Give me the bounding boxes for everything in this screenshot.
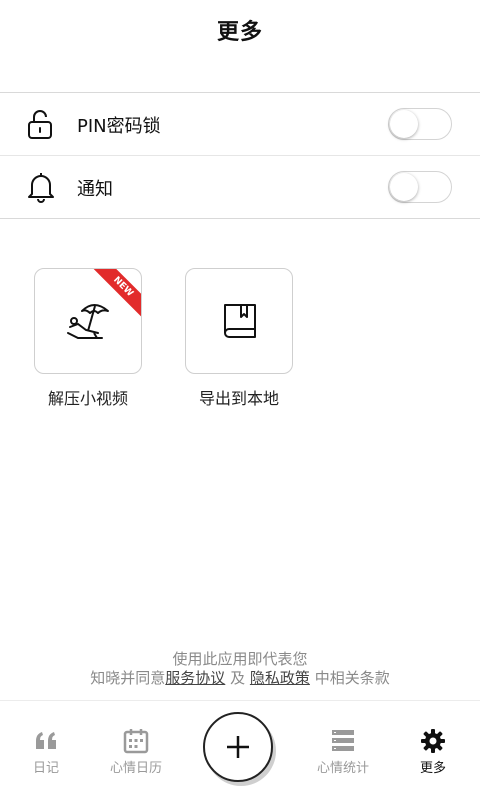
terms-of-service-link[interactable]: 服务协议	[165, 669, 225, 687]
settings-row-notification[interactable]: 通知	[0, 156, 480, 219]
add-entry-button[interactable]	[203, 712, 273, 782]
notification-toggle[interactable]	[388, 171, 452, 203]
pin-lock-label: PIN密码锁	[77, 116, 161, 137]
quote-icon	[36, 732, 56, 749]
relax-video-label: 解压小视频	[47, 389, 128, 408]
legal-suffix: 中相关条款	[314, 669, 390, 687]
legal-prefix: 知晓并同意	[90, 669, 166, 687]
privacy-policy-link[interactable]: 隐私政策	[250, 669, 310, 687]
gear-icon	[421, 729, 445, 753]
tab-diary[interactable]: 日记	[6, 701, 86, 801]
tab-more-label: 更多	[419, 761, 446, 776]
tab-mood-stats[interactable]: 心情统计	[303, 701, 383, 801]
export-local-card[interactable]	[185, 268, 293, 374]
bell-icon	[28, 173, 54, 203]
legal-text-line1: 使用此应用即代表您	[172, 650, 308, 668]
tab-mood-calendar-label: 心情日历	[109, 761, 162, 776]
tab-mood-stats-label: 心情统计	[316, 761, 369, 776]
toggle-knob	[390, 110, 418, 138]
unlock-icon	[28, 110, 52, 139]
toggle-knob	[390, 173, 418, 201]
pin-lock-toggle[interactable]	[388, 108, 452, 140]
calendar-icon	[123, 729, 149, 754]
stats-list-icon	[332, 730, 354, 751]
legal-and: 及	[230, 669, 246, 687]
relax-video-card[interactable]: NEW	[34, 268, 142, 374]
tab-mood-calendar[interactable]: 心情日历	[96, 701, 176, 801]
page-title: 更多	[216, 20, 263, 45]
settings-row-pin-lock[interactable]: PIN密码锁	[0, 93, 480, 156]
notification-label: 通知	[77, 179, 113, 200]
bottom-tab-bar: 日记 心情日历 心情统计 更多	[0, 700, 480, 801]
tab-diary-label: 日记	[32, 761, 59, 776]
book-icon	[224, 304, 256, 338]
tab-more[interactable]: 更多	[393, 701, 473, 801]
export-local-label: 导出到本地	[198, 389, 279, 408]
beach-umbrella-icon	[67, 304, 109, 339]
top-bar: 更多	[0, 0, 480, 93]
plus-icon	[227, 736, 249, 758]
legal-text-line2: 知晓并同意服务协议 及 隐私政策 中相关条款	[0, 667, 480, 688]
